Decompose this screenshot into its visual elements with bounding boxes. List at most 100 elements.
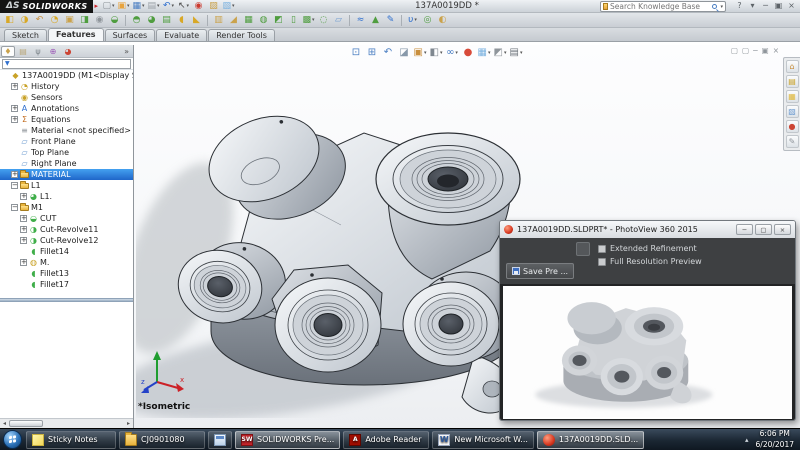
- featuremanager-tree-tab[interactable]: ♦: [1, 45, 15, 57]
- start-button[interactable]: [3, 430, 22, 449]
- save-preview-button[interactable]: Save Pre ...: [506, 263, 575, 279]
- tree-item-m1[interactable]: − M1: [0, 202, 133, 213]
- taskbar-button-new-microsoft-w[interactable]: W New Microsoft W...: [432, 430, 534, 449]
- linear-pattern-icon-caret[interactable]: ▾: [312, 17, 315, 23]
- instant3d-icon[interactable]: ▲: [369, 14, 382, 26]
- search-input[interactable]: [610, 2, 711, 11]
- tree-expand-toggle[interactable]: +: [20, 226, 27, 233]
- design-library-icon[interactable]: ▤: [785, 75, 799, 88]
- new-document-icon[interactable]: ▢ ▾: [102, 0, 115, 12]
- tree-item-l1[interactable]: − L1: [0, 180, 133, 191]
- tree-item-cut-revolve12[interactable]: + ◑ Cut-Revolve12: [0, 235, 133, 246]
- minimize-button[interactable]: ─: [759, 0, 772, 12]
- menu-flyout-arrow[interactable]: ▸: [94, 2, 98, 10]
- tree-expand-toggle[interactable]: +: [11, 105, 18, 112]
- save-icon-caret[interactable]: ▾: [142, 3, 145, 9]
- mirror-icon[interactable]: ▯: [287, 14, 300, 26]
- scroll-right-arrow[interactable]: ▸: [124, 419, 133, 428]
- tree-expand-toggle[interactable]: +: [20, 193, 27, 200]
- linear-pattern-icon[interactable]: ▩ ▾: [302, 14, 315, 26]
- motion-study-icon[interactable]: υ ▾: [406, 14, 419, 26]
- tab-surfaces[interactable]: Surfaces: [104, 29, 156, 41]
- taskbar-button-adobe-reader[interactable]: A Adobe Reader: [343, 430, 430, 449]
- help-caret[interactable]: ▾: [746, 0, 759, 12]
- shell-icon[interactable]: ▦: [242, 14, 255, 26]
- display-style-icon[interactable]: ◧ ▾: [429, 46, 443, 59]
- revolved-boss-icon[interactable]: ◑: [18, 14, 31, 26]
- photoview-title-bar[interactable]: 137A0019DD.SLDPRT* - PhotoView 360 2015 …: [500, 221, 795, 238]
- tree-item-annotations[interactable]: + A Annotations: [0, 103, 133, 114]
- save-icon[interactable]: ▦ ▾: [132, 0, 145, 12]
- circular-pattern-icon[interactable]: ◌: [317, 14, 330, 26]
- photoview-checkbox-full-resolution-preview[interactable]: Full Resolution Preview: [598, 257, 702, 266]
- photoview-checkbox-extended-refinement[interactable]: Extended Refinement: [598, 244, 702, 253]
- display-style-icon-caret[interactable]: ▾: [440, 50, 443, 56]
- child-close-button[interactable]: ×: [773, 46, 779, 55]
- tree-filter-input[interactable]: [11, 59, 130, 68]
- appearances-scenes-icon[interactable]: ●: [785, 120, 799, 133]
- curves-icon[interactable]: ≈: [354, 14, 367, 26]
- lofted-cut-icon[interactable]: ◕: [145, 14, 158, 26]
- close-button[interactable]: ×: [785, 0, 798, 12]
- select-icon-caret[interactable]: ▾: [187, 3, 190, 9]
- displaymanager-tab[interactable]: ◕: [61, 46, 75, 57]
- photoview-close-button[interactable]: ×: [774, 224, 791, 235]
- scroll-thumb[interactable]: [9, 420, 43, 427]
- tab-features[interactable]: Features: [47, 28, 104, 41]
- search-icon[interactable]: [712, 4, 718, 9]
- tree-expand-toggle[interactable]: +: [20, 215, 27, 222]
- swept-boss-icon[interactable]: ↶: [33, 14, 46, 26]
- hide-show-items-icon-caret[interactable]: ▾: [455, 50, 458, 56]
- tree-item-history[interactable]: + ◔ History: [0, 81, 133, 92]
- checkbox[interactable]: [598, 244, 606, 253]
- boundary-boss-icon[interactable]: ▣: [63, 14, 76, 26]
- taskbar-button-sticky-notes[interactable]: Sticky Notes: [26, 430, 116, 449]
- tree-expand-toggle[interactable]: +: [11, 116, 18, 123]
- hole-wizard-icon[interactable]: ◉: [93, 14, 106, 26]
- scroll-left-arrow[interactable]: ◂: [0, 419, 9, 428]
- intersect-icon[interactable]: ◩: [272, 14, 285, 26]
- extruded-boss-icon[interactable]: ◧: [3, 14, 16, 26]
- view-orientation-icon-caret[interactable]: ▾: [424, 50, 427, 56]
- edit-appearance-image-icon-caret[interactable]: ▾: [232, 3, 235, 9]
- tree-expand-toggle[interactable]: +: [11, 171, 18, 178]
- edit-appearance-icon[interactable]: ●: [461, 46, 475, 59]
- design-study-icon[interactable]: ◎: [421, 14, 434, 26]
- tree-item-front-plane[interactable]: ▱ Front Plane: [0, 136, 133, 147]
- revolved-cut-icon[interactable]: ◒: [108, 14, 121, 26]
- tree-item-equations[interactable]: + Σ Equations: [0, 114, 133, 125]
- apply-scene-icon[interactable]: ▦ ▾: [477, 46, 491, 59]
- panel-tabs-overflow-chevron[interactable]: »: [124, 47, 132, 56]
- tree-item-137a0019dd-m1-display-state[interactable]: ◆137A0019DD (M1<Display State-: [0, 70, 133, 81]
- tree-item-material-not-specified[interactable]: ≡ Material <not specified>: [0, 125, 133, 136]
- taskbar-clock[interactable]: 6:06 PM 6/20/2017: [756, 429, 794, 449]
- tree-expand-toggle[interactable]: +: [20, 237, 27, 244]
- undo-icon[interactable]: ↶ ▾: [162, 0, 175, 12]
- boundary-cut-icon[interactable]: ▤: [160, 14, 173, 26]
- previous-view-icon[interactable]: ↶: [381, 46, 395, 59]
- propertymanager-tab[interactable]: ▤: [16, 46, 30, 57]
- tree-item-right-plane[interactable]: ▱ Right Plane: [0, 158, 133, 169]
- tree-item-material[interactable]: + MATERIAL: [0, 169, 133, 180]
- tree-item-sensors[interactable]: ◉ Sensors: [0, 92, 133, 103]
- tree-item-fillet13[interactable]: ◖ Fillet13: [0, 268, 133, 279]
- swept-cut-icon[interactable]: ◓: [130, 14, 143, 26]
- taskbar-button-cj0901080[interactable]: CJ0901080: [119, 430, 205, 449]
- tab-sketch[interactable]: Sketch: [4, 29, 47, 41]
- lofted-boss-icon[interactable]: ◔: [48, 14, 61, 26]
- custom-properties-icon[interactable]: ✎: [785, 135, 799, 148]
- tree-expand-toggle[interactable]: +: [20, 259, 27, 266]
- edit-appearance-image-icon[interactable]: ▧ ▾: [222, 0, 235, 12]
- tree-item-top-plane[interactable]: ▱ Top Plane: [0, 147, 133, 158]
- view-settings-icon-caret[interactable]: ▾: [504, 50, 507, 56]
- tree-item-l1[interactable]: + ◕ L1.: [0, 191, 133, 202]
- file-explorer-icon[interactable]: ▦: [785, 90, 799, 103]
- help-button[interactable]: ?: [733, 0, 746, 12]
- open-icon-caret[interactable]: ▾: [127, 3, 130, 9]
- tab-render-tools[interactable]: Render Tools: [208, 29, 275, 41]
- view-palette-icon[interactable]: ▧: [785, 105, 799, 118]
- extruded-cut-icon[interactable]: ◨: [78, 14, 91, 26]
- select-icon[interactable]: ↖ ▾: [177, 0, 190, 12]
- restore-button[interactable]: ▣: [772, 0, 785, 12]
- section-view-icon[interactable]: ◪: [397, 46, 411, 59]
